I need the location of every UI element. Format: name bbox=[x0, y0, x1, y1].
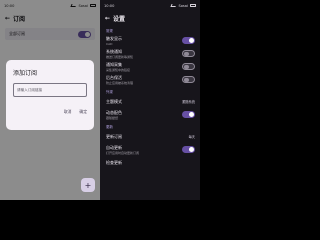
cancel-button[interactable]: 取消 bbox=[64, 109, 72, 115]
setting-desc: 推送订阅更新等通知 bbox=[106, 54, 134, 59]
ok-button[interactable]: 确定 bbox=[79, 109, 87, 115]
setting-title: 更新订阅 bbox=[106, 133, 122, 139]
setting-desc: 跟随壁纸 bbox=[106, 115, 119, 120]
toggle-switch[interactable] bbox=[182, 50, 195, 57]
section-label-update: 更新 bbox=[106, 125, 113, 129]
setting-check-update[interactable]: 检查更新 bbox=[100, 156, 200, 169]
section-label-general: 常规 bbox=[106, 29, 113, 33]
setting-auto-update[interactable]: 自动更新 打开应用时自动更新订阅 bbox=[100, 143, 200, 156]
section-label-appearance: 外观 bbox=[106, 90, 113, 94]
setting-title: 检查更新 bbox=[106, 159, 122, 165]
subscription-url-input[interactable]: 请输入订阅链接 bbox=[13, 83, 87, 97]
setting-value: 跟随系统 bbox=[182, 100, 195, 104]
setting-notification-capture[interactable]: 通知采集 采集通知中的链接 bbox=[100, 60, 200, 73]
status-bar: 10:00 Sosai bbox=[100, 0, 200, 11]
status-carrier: Sosai bbox=[178, 3, 188, 8]
setting-dynamic-color[interactable]: 动态配色 跟随壁纸 bbox=[100, 108, 200, 121]
setting-keep-alive[interactable]: 后台保活 防止应用被系统清理 bbox=[100, 73, 200, 86]
toggle-switch[interactable] bbox=[182, 76, 195, 83]
add-fab-button[interactable]: + bbox=[81, 178, 95, 192]
setting-trigger-display[interactable]: 触发显示 CAD bbox=[100, 34, 200, 47]
battery-icon bbox=[190, 4, 196, 7]
setting-desc: 打开应用时自动更新订阅 bbox=[106, 150, 140, 155]
subscriptions-screen: 10:00 Sosai ← 订阅 全部订阅 添加订阅 请输入订阅链接 取消 确定… bbox=[0, 0, 100, 200]
dialog-actions: 取消 确定 bbox=[13, 109, 87, 115]
setting-desc: CAD bbox=[106, 41, 113, 46]
setting-value: 每天 bbox=[188, 135, 195, 139]
top-app-bar: ← 设置 bbox=[100, 11, 200, 25]
page-title: 设置 bbox=[113, 15, 126, 23]
status-time: 10:00 bbox=[104, 3, 115, 8]
toggle-switch[interactable] bbox=[182, 111, 195, 118]
setting-desc: 采集通知中的链接 bbox=[106, 67, 131, 72]
setting-update-subscription[interactable]: 更新订阅 每天 bbox=[100, 130, 200, 143]
settings-screen: 10:00 Sosai ← 设置 常规 触发显示 CAD 系统通知 推送订阅更新… bbox=[100, 0, 200, 200]
back-arrow-icon[interactable]: ← bbox=[105, 15, 111, 22]
setting-title: 主题模式 bbox=[106, 98, 122, 104]
setting-system-notification[interactable]: 系统通知 推送订阅更新等通知 bbox=[100, 47, 200, 60]
setting-theme-mode[interactable]: 主题模式 跟随系统 bbox=[100, 95, 200, 108]
setting-desc: 防止应用被系统清理 bbox=[106, 80, 134, 85]
add-subscription-dialog: 添加订阅 请输入订阅链接 取消 确定 bbox=[6, 60, 94, 130]
toggle-switch[interactable] bbox=[182, 146, 195, 153]
plus-icon: + bbox=[84, 180, 92, 190]
dialog-title: 添加订阅 bbox=[13, 70, 38, 77]
toggle-switch[interactable] bbox=[182, 37, 195, 44]
toggle-switch[interactable] bbox=[182, 63, 195, 70]
signal-icon bbox=[170, 4, 177, 7]
